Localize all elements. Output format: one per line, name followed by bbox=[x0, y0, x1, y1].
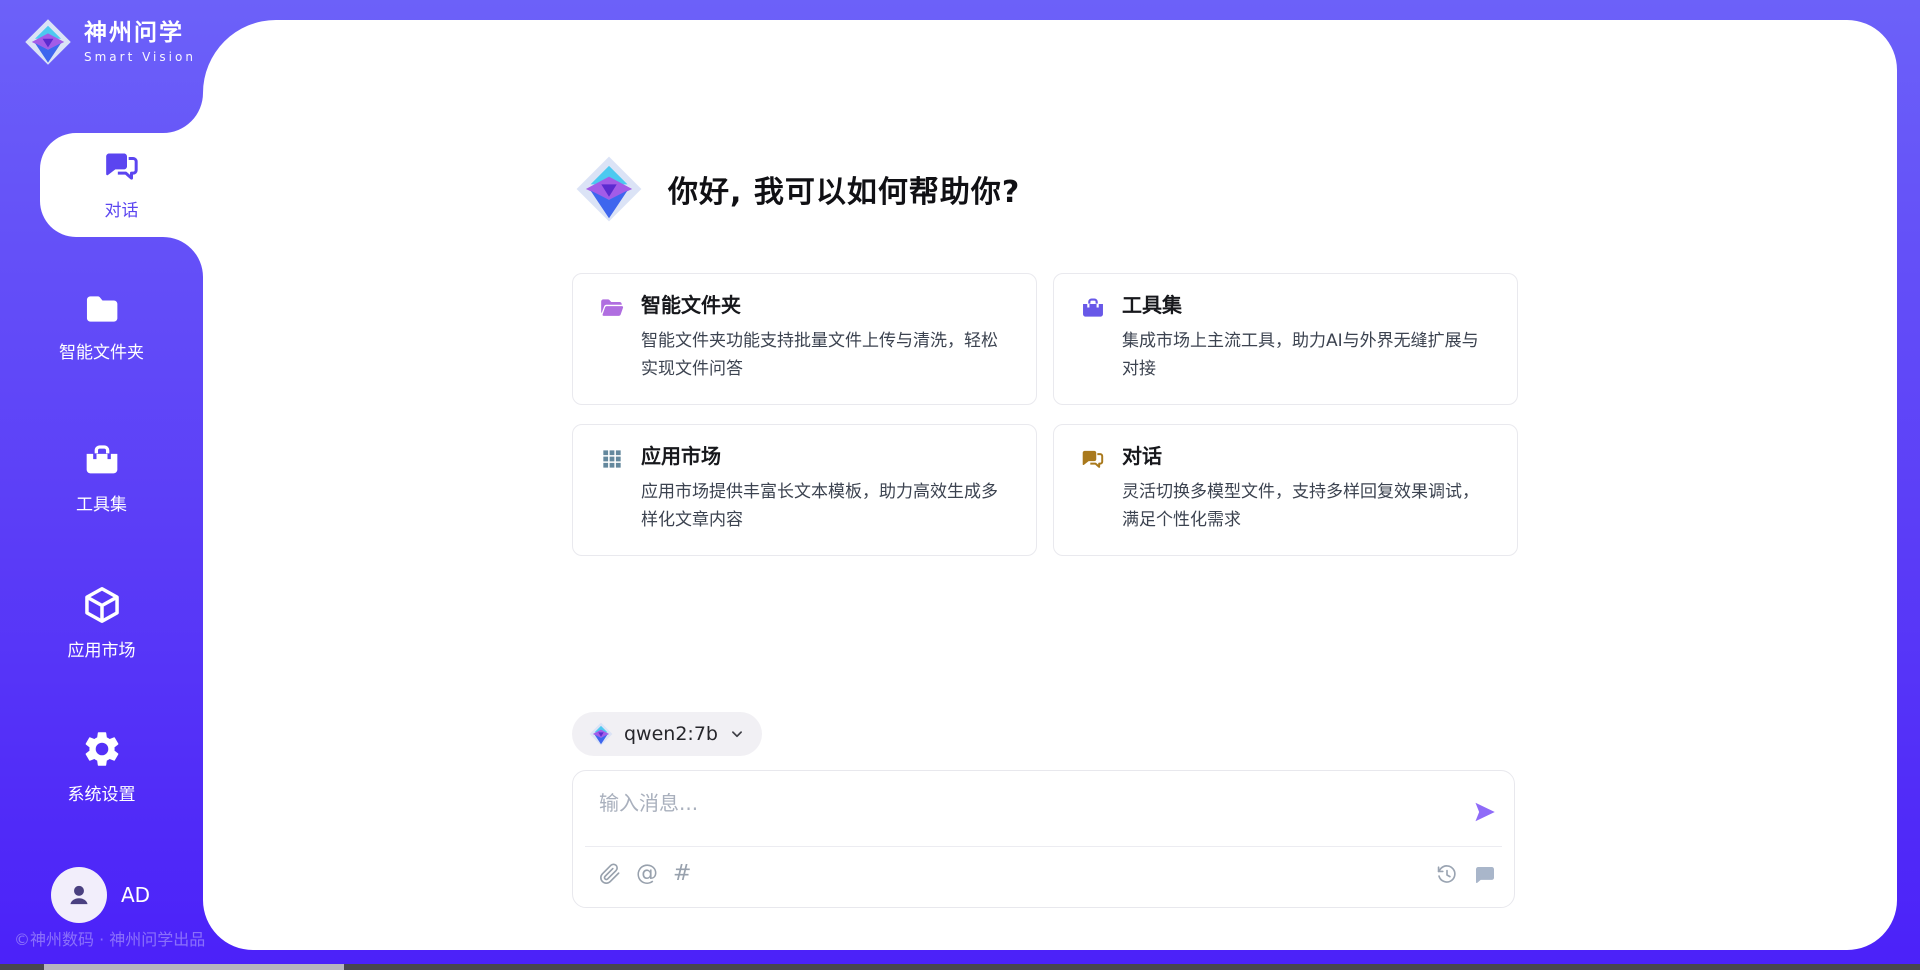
card-title: 应用市场 bbox=[641, 442, 1012, 470]
card-toolset[interactable]: 工具集 集成市场上主流工具，助力AI与外界无缝扩展与对接 bbox=[1053, 273, 1518, 405]
card-description: 集成市场上主流工具，助力AI与外界无缝扩展与对接 bbox=[1122, 327, 1493, 383]
chat-icon bbox=[1080, 446, 1106, 472]
brand-name: 神州问学 bbox=[84, 20, 184, 46]
toolbox-icon bbox=[1080, 295, 1106, 321]
sidebar-item-chat[interactable]: 对话 bbox=[40, 133, 203, 237]
horizontal-scrollbar[interactable] bbox=[0, 964, 1920, 970]
sidebar-item-settings[interactable]: 系统设置 bbox=[0, 728, 203, 805]
sidebar-item-smart-folder[interactable]: 智能文件夹 bbox=[0, 290, 203, 363]
message-input[interactable] bbox=[597, 785, 1421, 841]
message-composer: @ # bbox=[572, 770, 1515, 908]
scrollbar-thumb[interactable] bbox=[44, 964, 344, 970]
sidebar-item-label: 智能文件夹 bbox=[0, 338, 203, 363]
card-chat[interactable]: 对话 灵活切换多模型文件，支持多样回复效果调试，满足个性化需求 bbox=[1053, 424, 1518, 556]
grid-icon bbox=[599, 446, 625, 472]
user-profile[interactable]: AD bbox=[51, 867, 150, 923]
assistant-logo-icon bbox=[572, 152, 646, 226]
card-smart-folder[interactable]: 智能文件夹 智能文件夹功能支持批量文件上传与清洗，轻松实现文件问答 bbox=[572, 273, 1037, 405]
card-description: 智能文件夹功能支持批量文件上传与清洗，轻松实现文件问答 bbox=[641, 327, 1012, 383]
composer-divider bbox=[585, 846, 1502, 847]
sidebar-item-label: 应用市场 bbox=[0, 636, 203, 661]
greeting: 你好, 我可以如何帮助你? bbox=[572, 150, 1020, 228]
card-title: 对话 bbox=[1122, 442, 1493, 470]
cube-icon bbox=[81, 584, 123, 626]
model-selector[interactable]: qwen2:7b bbox=[572, 712, 762, 756]
at-mention-icon[interactable]: @ bbox=[636, 862, 658, 886]
brand: 神州问学 Smart Vision bbox=[22, 16, 203, 68]
card-app-market[interactable]: 应用市场 应用市场提供丰富长文本模板，助力高效生成多样化文章内容 bbox=[572, 424, 1037, 556]
send-button[interactable] bbox=[1472, 799, 1498, 825]
sidebar-item-app-market[interactable]: 应用市场 bbox=[0, 584, 203, 661]
card-title: 工具集 bbox=[1122, 291, 1493, 319]
gear-icon bbox=[81, 728, 123, 770]
avatar bbox=[51, 867, 107, 923]
feature-cards: 智能文件夹 智能文件夹功能支持批量文件上传与清洗，轻松实现文件问答 工具集 集成… bbox=[572, 273, 1518, 556]
card-description: 灵活切换多模型文件，支持多样回复效果调试，满足个性化需求 bbox=[1122, 478, 1493, 534]
toolbox-icon bbox=[82, 440, 122, 480]
feedback-chat-icon[interactable] bbox=[1472, 863, 1496, 887]
user-initials: AD bbox=[121, 883, 150, 907]
composer-tools: @ # bbox=[599, 862, 691, 886]
sidebar-item-label: 对话 bbox=[40, 196, 203, 221]
sidebar-item-toolset[interactable]: 工具集 bbox=[0, 440, 203, 515]
brand-logo-icon bbox=[22, 16, 74, 68]
model-name: qwen2:7b bbox=[624, 723, 718, 745]
card-description: 应用市场提供丰富长文本模板，助力高效生成多样化文章内容 bbox=[641, 478, 1012, 534]
brand-subtitle: Smart Vision bbox=[84, 50, 196, 64]
card-title: 智能文件夹 bbox=[641, 291, 1012, 319]
sidebar-item-label: 系统设置 bbox=[0, 780, 203, 805]
hash-icon[interactable]: # bbox=[673, 862, 691, 886]
folder-open-icon bbox=[599, 295, 625, 321]
sidebar-item-label: 工具集 bbox=[0, 490, 203, 515]
paperclip-icon[interactable] bbox=[599, 863, 621, 885]
chat-icon bbox=[102, 146, 142, 186]
chevron-down-icon bbox=[728, 725, 746, 743]
history-icon[interactable] bbox=[1436, 864, 1458, 886]
copyright-footer: ©神州数码 · 神州问学出品 bbox=[14, 926, 205, 950]
folder-icon bbox=[83, 290, 121, 328]
model-logo-icon bbox=[588, 721, 614, 747]
sidebar: 神州问学 Smart Vision 对话 智能文件夹 工具集 应用市场 系统设置 bbox=[0, 0, 203, 970]
composer-tools-right bbox=[1436, 863, 1496, 887]
greeting-title: 你好, 我可以如何帮助你? bbox=[668, 167, 1020, 211]
